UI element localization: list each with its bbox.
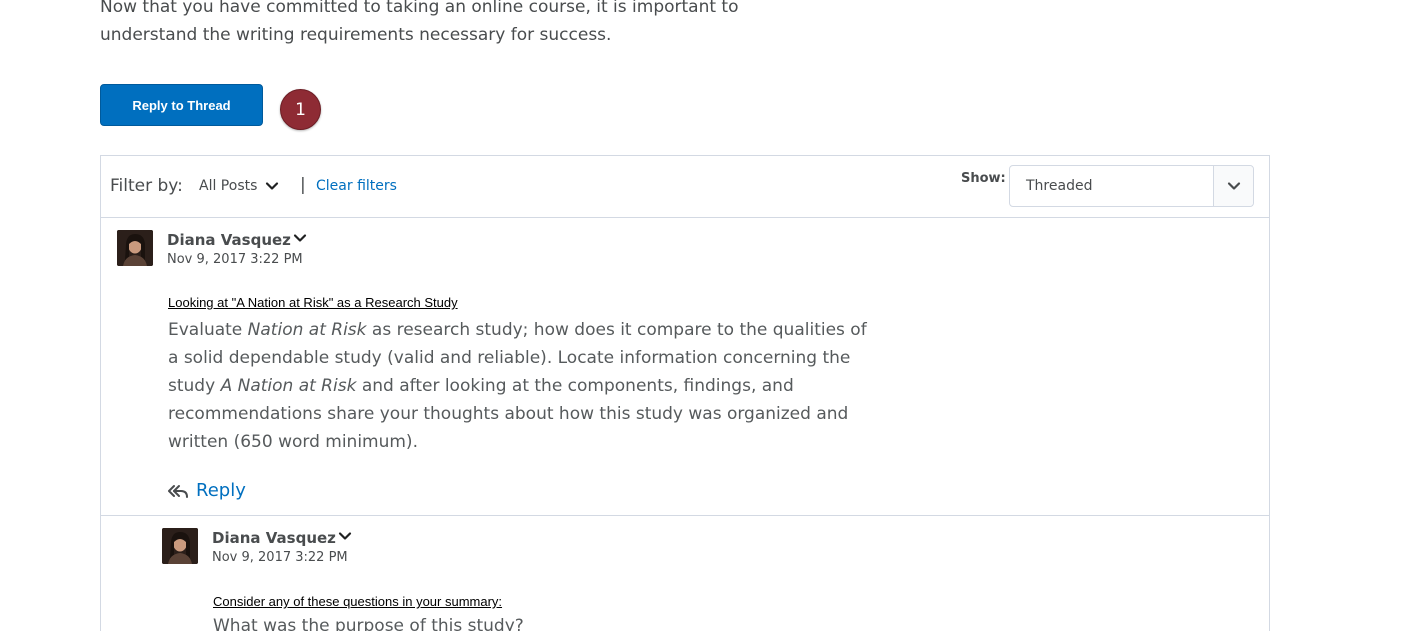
reply-link[interactable]: Reply: [168, 480, 246, 501]
post-body-line: study A Nation at Risk and after looking…: [168, 372, 868, 400]
avatar[interactable]: [162, 528, 198, 564]
body-italic-text: A Nation at Risk: [220, 376, 357, 396]
avatar-image: [162, 528, 198, 564]
body-text: Evaluate: [168, 320, 248, 340]
post-date: Nov 9, 2017 3:22 PM: [212, 550, 348, 565]
discussion-panel: Filter by: All Posts | Clear filters Sho…: [100, 155, 1270, 631]
reply-label: Reply: [196, 480, 246, 501]
chevron-down-icon: [1227, 182, 1240, 190]
chevron-down-icon[interactable]: [293, 231, 307, 245]
clear-filters-link[interactable]: Clear filters: [316, 178, 397, 194]
show-select-toggle[interactable]: [1213, 166, 1253, 206]
chevron-down-icon: [266, 182, 279, 190]
post-body: What was the purpose of this study?: [213, 612, 913, 631]
intro-line-2: understand the writing requirements nece…: [100, 25, 612, 45]
step-badge: 1: [280, 89, 321, 130]
intro-line-1: Now that you have committed to taking an…: [100, 0, 739, 17]
post-body-line: What was the purpose of this study?: [213, 616, 524, 631]
post-subject[interactable]: Consider any of these questions in your …: [213, 594, 502, 609]
post-subject[interactable]: Looking at "A Nation at Risk" as a Resea…: [168, 295, 458, 310]
filter-bar: Filter by: All Posts | Clear filters Sho…: [101, 156, 1269, 218]
avatar-image: [117, 230, 153, 266]
post-author[interactable]: Diana Vasquez: [167, 231, 291, 249]
post-body-line: written (650 word minimum).: [168, 432, 418, 452]
body-text: study: [168, 376, 221, 396]
reply-to-thread-button[interactable]: Reply to Thread: [100, 84, 263, 126]
chevron-down-icon[interactable]: [338, 529, 352, 543]
post-body-line: recommendations share your thoughts abou…: [168, 404, 849, 424]
post-body-line: Evaluate Nation at Risk as research stud…: [168, 316, 868, 344]
post: Diana Vasquez Nov 9, 2017 3:22 PM Lookin…: [101, 218, 1269, 516]
post: Diana Vasquez Nov 9, 2017 3:22 PM Consid…: [101, 516, 1269, 631]
body-text: as research study; how does it compare t…: [366, 320, 867, 340]
show-select[interactable]: Threaded: [1009, 165, 1254, 207]
reply-all-icon: [168, 484, 188, 498]
post-author[interactable]: Diana Vasquez: [212, 529, 336, 547]
intro-text: Now that you have committed to taking an…: [100, 0, 800, 49]
post-date: Nov 9, 2017 3:22 PM: [167, 252, 303, 267]
body-italic-text: Nation at Risk: [247, 320, 367, 340]
filter-label: Filter by:: [110, 176, 183, 196]
filter-separator: |: [300, 175, 306, 195]
post-body: Evaluate Nation at Risk as research stud…: [168, 316, 868, 456]
post-body-line: a solid dependable study (valid and reli…: [168, 348, 851, 368]
show-selected: Threaded: [1026, 178, 1093, 194]
body-text: and after looking at the components, fin…: [356, 376, 794, 396]
show-label: Show:: [961, 171, 1006, 186]
avatar[interactable]: [117, 230, 153, 266]
filter-dropdown[interactable]: All Posts: [199, 178, 279, 194]
filter-selected: All Posts: [199, 178, 258, 194]
